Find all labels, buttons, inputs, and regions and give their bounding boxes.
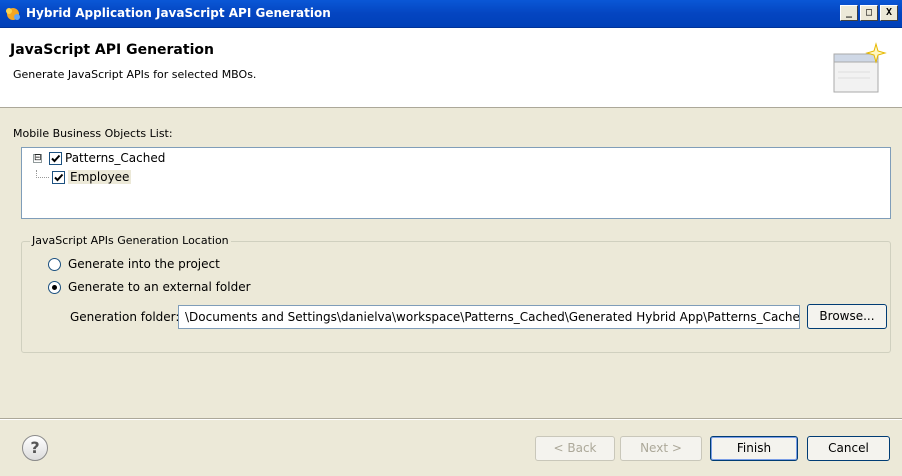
check-icon xyxy=(54,173,64,181)
page-description: Generate JavaScript APIs for selected MB… xyxy=(13,68,257,81)
radio-label: Generate to an external folder xyxy=(68,280,251,294)
wizard-header: JavaScript API Generation Generate JavaS… xyxy=(0,28,902,108)
tree-item-employee[interactable]: Employee xyxy=(52,168,132,186)
checkbox-patterns-cached[interactable] xyxy=(49,151,62,165)
group-legend: JavaScript APIs Generation Location xyxy=(30,234,231,247)
title-bar: Hybrid Application JavaScript API Genera… xyxy=(0,0,902,28)
checkbox-employee[interactable] xyxy=(52,170,65,184)
wizard-banner-icon xyxy=(833,42,887,93)
browse-button[interactable]: Browse... xyxy=(807,304,887,329)
cancel-button[interactable]: Cancel xyxy=(807,436,890,461)
tree-item-label: Employee xyxy=(68,170,132,184)
page-title: JavaScript API Generation xyxy=(10,42,214,58)
maximize-button[interactable]: □ xyxy=(860,5,878,21)
finish-button[interactable]: Finish xyxy=(710,436,798,461)
radio-generate-into-project[interactable]: Generate into the project xyxy=(48,257,220,271)
help-icon[interactable]: ? xyxy=(22,435,48,461)
radio-generate-external-folder[interactable]: Generate to an external folder xyxy=(48,280,251,294)
collapse-icon[interactable]: ⊟ xyxy=(33,153,42,163)
tree-item-patterns-cached[interactable]: ⊟ Patterns_Cached xyxy=(33,149,165,167)
generation-folder-label: Generation folder: xyxy=(70,310,180,324)
check-icon xyxy=(51,154,61,162)
mbo-list-label: Mobile Business Objects List: xyxy=(13,127,173,140)
tree-item-label: Patterns_Cached xyxy=(65,151,166,165)
app-icon xyxy=(6,8,20,20)
next-button[interactable]: Next > xyxy=(620,436,702,461)
radio-label: Generate into the project xyxy=(68,257,220,271)
minimize-button[interactable]: _ xyxy=(840,5,858,21)
back-button[interactable]: < Back xyxy=(535,436,615,461)
window-title: Hybrid Application JavaScript API Genera… xyxy=(26,6,331,20)
footer-separator xyxy=(0,418,902,420)
close-button[interactable]: X xyxy=(880,5,898,21)
folder-path-text: \Documents and Settings\danielva\workspa… xyxy=(185,310,800,324)
tree-connector xyxy=(36,177,49,178)
generation-folder-input[interactable]: \Documents and Settings\danielva\workspa… xyxy=(178,305,800,329)
radio-button[interactable] xyxy=(48,280,61,294)
radio-button[interactable] xyxy=(48,257,61,271)
